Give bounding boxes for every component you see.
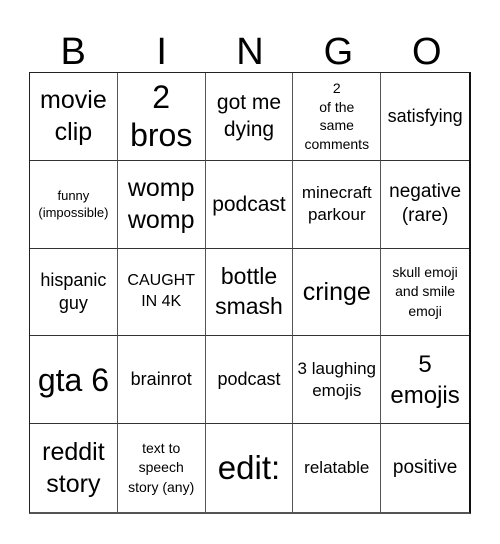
cell-label: gta 6 — [37, 361, 109, 398]
bingo-cell[interactable]: 3 laughing emojis — [293, 336, 382, 425]
cell-label: movie clip — [40, 85, 107, 147]
bingo-cell[interactable]: funny (impossible) — [30, 160, 118, 249]
header-letter-g: G — [323, 31, 354, 73]
bingo-cell[interactable]: podcast — [205, 336, 294, 425]
bingo-cell[interactable]: 5 emojis — [381, 336, 469, 425]
bingo-cell[interactable]: gta 6 — [30, 336, 118, 425]
cell-label: text to speech story (any) — [128, 439, 195, 495]
bingo-cell[interactable]: skull emoji and smile emoji — [381, 249, 469, 337]
bingo-grid: movie clip 2 bros got me dying 2 of the … — [29, 72, 471, 514]
bingo-cell[interactable]: negative (rare) — [381, 161, 469, 249]
cell-label: reddit story — [42, 437, 105, 499]
cell-label: hispanic guy — [40, 269, 107, 313]
bingo-cell[interactable]: minecraft parkour — [293, 160, 382, 249]
bingo-cell[interactable]: 2 of the same comments — [293, 73, 382, 161]
bingo-cell[interactable]: got me dying — [205, 73, 294, 161]
cell-label: 2 bros — [130, 79, 193, 154]
cell-label: 3 laughing emojis — [297, 358, 377, 400]
bingo-cell[interactable]: reddit story — [30, 424, 118, 512]
bingo-cell[interactable]: satisfying — [381, 73, 469, 161]
bingo-cell[interactable]: positive — [381, 424, 469, 512]
header-letter-b: B — [60, 31, 86, 73]
bingo-cell[interactable]: movie clip — [30, 73, 118, 161]
cell-label: got me dying — [216, 91, 282, 142]
bingo-cell[interactable]: 2 bros — [117, 73, 206, 161]
bingo-cell[interactable]: womp womp — [117, 160, 206, 249]
bingo-cell[interactable]: bottle smash — [205, 248, 294, 337]
header-letter-n: N — [236, 31, 264, 73]
bingo-cell[interactable]: brainrot — [117, 336, 206, 425]
cell-label: edit: — [217, 449, 281, 487]
bingo-cell[interactable]: hispanic guy — [30, 248, 118, 337]
header-letter-i: I — [156, 31, 167, 73]
cell-label: brainrot — [130, 369, 192, 390]
header-letter-o: O — [412, 31, 442, 73]
cell-label: minecraft parkour — [301, 183, 372, 225]
cell-label: podcast — [217, 369, 281, 390]
cell-label: negative (rare) — [389, 180, 462, 227]
bingo-cell[interactable]: edit: — [206, 424, 294, 512]
cell-label: 5 emojis — [390, 350, 460, 409]
bingo-header: B I N G O — [29, 24, 471, 73]
cell-label: skull emoji and smile emoji — [392, 263, 458, 319]
bingo-cell[interactable]: cringe — [293, 248, 382, 337]
bingo-cell[interactable]: relatable — [293, 424, 382, 512]
cell-label: funny (impossible) — [38, 187, 109, 221]
cell-label: 2 of the same comments — [304, 79, 370, 153]
cell-label: bottle smash — [215, 263, 283, 319]
cell-label: womp womp — [127, 173, 195, 235]
bingo-cell[interactable]: podcast — [205, 160, 294, 249]
cell-label: CAUGHT IN 4K — [127, 272, 195, 310]
cell-label: cringe — [302, 277, 371, 306]
bingo-cell[interactable]: CAUGHT IN 4K — [117, 248, 206, 337]
cell-label: relatable — [304, 458, 370, 478]
cell-label: positive — [392, 456, 458, 478]
bingo-cell[interactable]: text to speech story (any) — [118, 424, 206, 512]
cell-label: podcast — [212, 192, 286, 216]
cell-label: satisfying — [387, 105, 463, 126]
